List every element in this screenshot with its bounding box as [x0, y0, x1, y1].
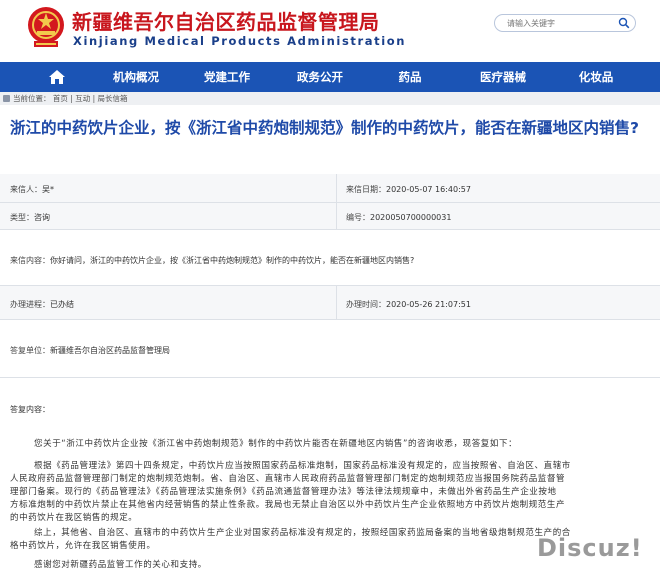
reply-paragraph: 的中药饮片在我区销售的规定。 — [10, 513, 138, 523]
nav-item-party[interactable]: 党建工作 — [198, 62, 256, 92]
column-divider — [336, 174, 337, 203]
search-box — [494, 14, 636, 32]
reply-date-label: 办理时间： — [346, 300, 386, 309]
org-name-cn: 新疆维吾尔自治区药品监督管理局 — [72, 10, 380, 34]
site-header: 新疆维吾尔自治区药品监督管理局 Xinjiang Medical Product… — [0, 0, 660, 60]
breadcrumb-home[interactable]: 首页 — [53, 94, 68, 103]
reply-paragraph: 感谢您对新疆药品监管工作的关心和支持。 — [34, 560, 207, 570]
nav-item-devices[interactable]: 医疗器械 — [474, 62, 532, 92]
nav-item-affairs[interactable]: 政务公开 — [291, 62, 349, 92]
org-name-en: Xinjiang Medical Products Administration — [73, 34, 407, 48]
home-icon[interactable] — [48, 69, 66, 85]
detail-row: 来信内容：你好请问，浙江的中药饮片企业，按《浙江省中药炮制规范》制作的中药饮片，… — [0, 230, 660, 286]
detail-row: 答复单位：新疆维吾尔自治区药品监督管理局 — [0, 320, 660, 378]
column-divider — [336, 286, 337, 320]
id-value: 2020050700000031 — [370, 213, 452, 222]
breadcrumb-mailbox[interactable]: 局长信箱 — [98, 94, 128, 103]
reply-paragraph: 理部门备案。现行的《药品管理法》《药品管理法实施条例》《药品流通监督管理办法》等… — [10, 487, 557, 497]
breadcrumb-prefix: 当前位置： — [13, 94, 51, 103]
search-icon[interactable] — [618, 17, 630, 29]
nav-item-cosmetics[interactable]: 化妆品 — [571, 62, 621, 92]
breadcrumb-interaction[interactable]: 互动 — [75, 94, 90, 103]
nav-item-institution[interactable]: 机构概况 — [107, 62, 165, 92]
nav-item-drugs[interactable]: 药品 — [388, 62, 432, 92]
detail-row: 来信人：吴* 来信日期：2020-05-07 16:40:57 — [0, 174, 660, 203]
reply-unit-label: 答复单位： — [10, 346, 50, 355]
reply-content-label: 答复内容： — [10, 405, 50, 414]
search-input[interactable] — [507, 16, 602, 30]
progress-label: 办理进程： — [10, 300, 50, 309]
content-label: 来信内容： — [10, 256, 50, 265]
type-label: 类型： — [10, 213, 34, 222]
date-value: 2020-05-07 16:40:57 — [386, 185, 471, 194]
reply-paragraph: 人民政府药品监督管理部门制定的炮制规范炮制。省、自治区、直辖市人民政府药品监督管… — [10, 474, 566, 484]
date-label: 来信日期： — [346, 185, 386, 194]
breadcrumb-separator: | — [70, 94, 73, 103]
from-value: 吴* — [42, 185, 54, 194]
from-label: 来信人： — [10, 185, 42, 194]
content-value: 你好请问，浙江的中药饮片企业，按《浙江省中药炮制规范》制作的中药饮片，能否在新疆… — [50, 256, 415, 265]
watermark: Discuz! — [537, 534, 643, 562]
reply-paragraph: 综上，其他省、自治区、直辖市的中药饮片生产企业对国家药品标准没有规定的，按照经国… — [34, 528, 571, 538]
location-icon — [3, 95, 10, 102]
national-emblem-icon — [28, 7, 64, 47]
detail-row: 办理进程：已办结 办理时间：2020-05-26 21:07:51 — [0, 286, 660, 320]
reply-paragraph: 方标准炮制的中药饮片禁止在其他省内经营销售的禁止性条款。我局也无禁止自治区以外中… — [10, 500, 566, 510]
breadcrumb-separator: | — [92, 94, 96, 103]
detail-row: 类型：咨询 编号：2020050700000031 — [0, 203, 660, 230]
type-value: 咨询 — [34, 213, 50, 222]
progress-value: 已办结 — [50, 300, 74, 309]
page-title: 浙江的中药饮片企业，按《浙江省中药炮制规范》制作的中药饮片，能否在新疆地区内销售… — [10, 119, 639, 137]
reply-paragraph: 根据《药品管理法》第四十四条规定，中药饮片应当按照国家药品标准炮制，国家药品标准… — [34, 461, 571, 471]
id-label: 编号： — [346, 213, 370, 222]
column-divider — [336, 203, 337, 230]
breadcrumb: 当前位置： 首页 | 互动 | 局长信箱 — [0, 92, 660, 105]
reply-paragraph: 格中药饮片，允许在我区销售使用。 — [10, 541, 156, 551]
reply-date-value: 2020-05-26 21:07:51 — [386, 300, 471, 309]
reply-paragraph: 您关于“浙江中药饮片企业按《浙江省中药炮制规范》制作的中药饮片能否在新疆地区内销… — [34, 439, 518, 449]
main-nav: 机构概况 党建工作 政务公开 药品 医疗器械 化妆品 — [0, 62, 660, 92]
reply-unit-value: 新疆维吾尔自治区药品监督管理局 — [50, 346, 170, 355]
